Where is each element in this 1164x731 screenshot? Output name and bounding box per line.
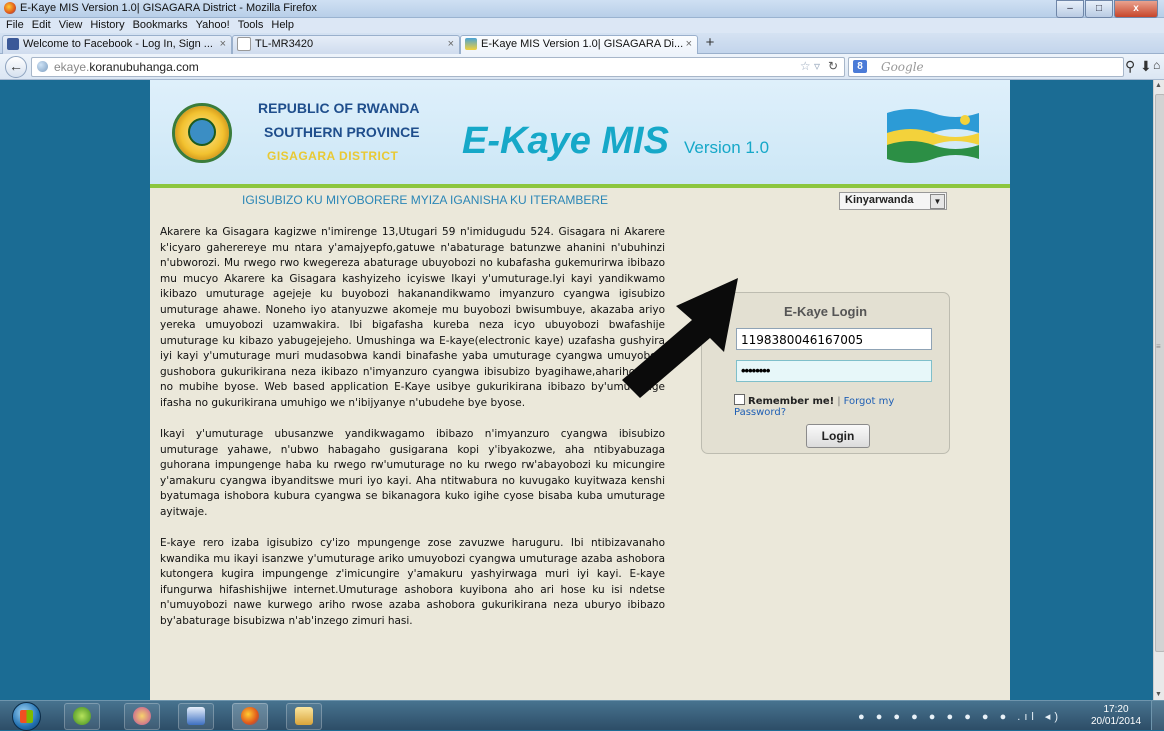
menu-history[interactable]: History [90,18,124,33]
window-title: E-Kaye MIS Version 1.0| GISAGARA Distric… [20,2,317,14]
window-title-bar: E-Kaye MIS Version 1.0| GISAGARA Distric… [0,0,1164,18]
article-paragraph: Akarere ka Gisagara kagizwe n'imirenge 1… [160,226,665,409]
scroll-down-icon[interactable]: ▼ [1155,691,1162,698]
page-icon [237,37,251,52]
paint-taskbar-icon[interactable] [124,703,160,730]
tab-label: Welcome to Facebook - Log In, Sign ... [23,38,213,50]
login-button[interactable]: Login [806,424,870,448]
tab-close-icon[interactable]: × [448,36,454,53]
search-icon[interactable]: ⚲ [1125,58,1135,75]
ekaye-icon [465,38,477,51]
home-icon[interactable]: ⌂ [1153,58,1160,72]
password-field[interactable]: •••••••• [736,360,932,382]
firefox-taskbar-icon[interactable] [232,703,268,730]
tab-facebook[interactable]: Welcome to Facebook - Log In, Sign ... × [2,35,232,54]
menu-file[interactable]: File [6,18,24,33]
start-button[interactable] [12,702,41,731]
minimize-button[interactable]: – [1056,0,1084,18]
menu-bar: File Edit View History Bookmarks Yahoo! … [0,18,1164,33]
explorer-taskbar-icon[interactable] [286,703,322,730]
page-scrollbar[interactable]: ▲ ≡ ▼ [1153,80,1164,700]
tab-close-icon[interactable]: × [686,36,692,53]
header-country: REPUBLIC OF RWANDA [258,100,420,116]
remember-label[interactable]: Remember me! [748,396,834,407]
search-box[interactable]: 8 Google [848,57,1124,77]
tab-close-icon[interactable]: × [220,36,226,53]
close-button[interactable]: x [1114,0,1158,18]
show-desktop-button[interactable] [1151,701,1164,730]
firefox-icon [4,2,16,14]
tab-label: E-Kaye MIS Version 1.0| GISAGARA Di... [481,38,684,50]
clock-time: 17:20 [1103,704,1129,715]
search-placeholder: Google [881,60,924,74]
site-version: Version 1.0 [684,138,770,157]
windows-taskbar: ● ● ● ● ● ● ● ● ● .ıl ◂) 17:20 20/01/201… [0,700,1164,731]
menu-edit[interactable]: Edit [32,18,51,33]
remember-row: Remember me! | Forgot my Password? [734,394,949,418]
header-province: SOUTHERN PROVINCE [264,124,420,140]
download-icon[interactable]: ⬇ [1140,58,1152,75]
article-text: Akarere ka Gisagara kagizwe n'imirenge 1… [160,225,665,645]
navigation-bar: ← ekaye.koranubuhanga.com ☆ ▿ ↻ 8 Google… [0,54,1164,80]
content-area: REPUBLIC OF RWANDA SOUTHERN PROVINCE GIS… [150,80,1010,700]
back-button[interactable]: ← [5,56,27,78]
scroll-up-icon[interactable]: ▲ [1155,82,1162,89]
site-brand: E-Kaye MIS [462,120,669,162]
rwanda-flag-icon [887,109,979,163]
globe-icon [37,61,48,72]
page-viewport: REPUBLIC OF RWANDA SOUTHERN PROVINCE GIS… [0,80,1153,700]
reload-icon[interactable]: ↻ [828,59,838,73]
clock-date: 20/01/2014 [1091,716,1142,727]
tab-bar: Welcome to Facebook - Log In, Sign ... ×… [0,33,1164,54]
coat-of-arms-icon [172,103,232,163]
language-selected: Kinyarwanda [845,194,914,206]
link-separator: | [837,396,841,407]
url-text: ekaye.koranubuhanga.com [54,60,199,74]
window-controls: – □ x [1055,0,1158,18]
article-paragraph: Ikayi y'umuturage ubusanzwe yandikwagamo… [160,428,665,518]
bookmark-star-icon[interactable]: ☆ ▿ [800,59,820,73]
tab-router[interactable]: TL-MR3420 × [232,35,460,54]
tab-ekaye[interactable]: E-Kaye MIS Version 1.0| GISAGARA Di... × [460,35,698,54]
pointer-arrow-icon [622,278,738,398]
chevron-down-icon[interactable]: ▼ [930,194,945,209]
tab-label: TL-MR3420 [255,38,314,50]
word-taskbar-icon[interactable] [178,703,214,730]
menu-yahoo[interactable]: Yahoo! [196,18,230,33]
menu-tools[interactable]: Tools [238,18,264,33]
menu-bookmarks[interactable]: Bookmarks [133,18,188,33]
maximize-button[interactable]: □ [1085,0,1113,18]
facebook-icon [7,38,19,51]
utorrent-taskbar-icon[interactable] [64,703,100,730]
article-paragraph: E-kaye rero izaba igisubizo cy'izo mpung… [160,537,665,627]
header-district: GISAGARA DISTRICT [267,149,399,163]
page-subtitle: IGISUBIZO KU MIYOBORERE MYIZA IGANISHA K… [242,193,609,207]
scrollbar-thumb[interactable] [1155,94,1164,652]
username-field[interactable]: 1198380046167005 [736,328,932,350]
address-bar[interactable]: ekaye.koranubuhanga.com ☆ ▿ ↻ [31,57,845,77]
taskbar-clock[interactable]: 17:20 20/01/2014 [1091,704,1141,728]
scrollbar-grip-icon: ≡ [1156,342,1161,351]
menu-help[interactable]: Help [271,18,294,33]
language-select[interactable]: Kinyarwanda ▼ [839,192,947,210]
site-header: REPUBLIC OF RWANDA SOUTHERN PROVINCE GIS… [150,80,1010,188]
search-engine-icon[interactable]: 8 [853,60,867,73]
system-tray-icons[interactable]: ● ● ● ● ● ● ● ● ● .ıl ◂) [858,710,1062,723]
menu-view[interactable]: View [59,18,83,33]
new-tab-button[interactable]: + [700,35,720,52]
